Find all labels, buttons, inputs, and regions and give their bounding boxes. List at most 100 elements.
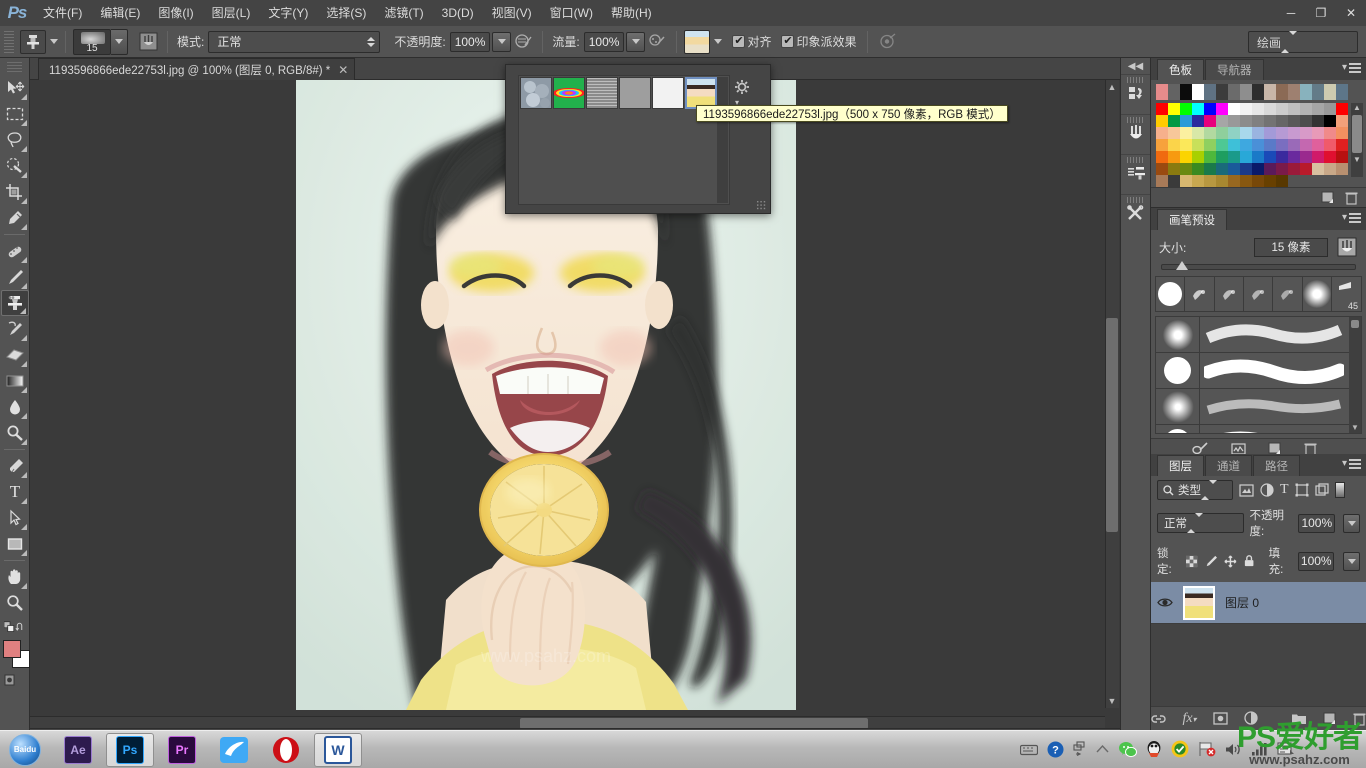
color-swatch[interactable]	[1312, 115, 1324, 127]
color-swatch[interactable]	[1228, 151, 1240, 163]
recent-swatch[interactable]	[1276, 84, 1288, 100]
keyboard-icon[interactable]	[1020, 743, 1038, 756]
recent-swatch[interactable]	[1252, 84, 1264, 100]
show-hidden-icons-icon[interactable]	[1073, 741, 1087, 757]
network-error-icon[interactable]	[1198, 741, 1216, 757]
brush-list-scrollbar[interactable]: ▼	[1349, 317, 1361, 433]
tool-move[interactable]	[1, 75, 29, 101]
color-swatch[interactable]	[1252, 175, 1264, 187]
options-bar-grip[interactable]	[4, 31, 14, 53]
swatches-grid[interactable]	[1156, 103, 1348, 187]
color-swatch[interactable]	[1204, 151, 1216, 163]
color-swatch[interactable]	[1264, 139, 1276, 151]
panel-settings-button[interactable]: ▾	[734, 79, 752, 95]
taskbar-app-opera[interactable]	[262, 733, 310, 767]
color-swatch[interactable]	[1204, 175, 1216, 187]
color-swatch[interactable]	[1228, 163, 1240, 175]
color-swatch[interactable]	[1288, 139, 1300, 151]
color-swatch[interactable]	[1192, 175, 1204, 187]
tool-eraser[interactable]	[1, 342, 29, 368]
color-swatch[interactable]	[1300, 139, 1312, 151]
new-swatch-icon[interactable]	[1321, 191, 1335, 204]
color-swatch[interactable]	[1264, 115, 1276, 127]
brush-presets-list[interactable]: ▼	[1155, 316, 1362, 434]
color-swatch[interactable]	[1264, 127, 1276, 139]
rail-brush-panel[interactable]	[1121, 114, 1150, 154]
brush-tip-angled-45[interactable]: 45	[1332, 277, 1361, 311]
color-swatch[interactable]	[1288, 115, 1300, 127]
brush-preset-row[interactable]	[1156, 317, 1361, 353]
color-swatch[interactable]	[1180, 127, 1192, 139]
color-swatch[interactable]	[1312, 151, 1324, 163]
pattern-tile-rainbow[interactable]	[553, 77, 585, 109]
foreground-color-swatch[interactable]	[3, 640, 21, 658]
start-button[interactable]: Baidu	[0, 732, 50, 768]
color-swatch[interactable]	[1168, 127, 1180, 139]
lock-all-icon[interactable]	[1244, 554, 1254, 568]
tool-lasso[interactable]	[1, 127, 29, 153]
color-swatch[interactable]	[1276, 175, 1288, 187]
lock-image-pixels-icon[interactable]	[1205, 554, 1218, 568]
swatches-scrollbar[interactable]: ▲ ▼	[1351, 103, 1363, 177]
menu-view[interactable]: 视图(V)	[483, 0, 541, 26]
tab-layers[interactable]: 图层	[1157, 455, 1204, 476]
color-swatch[interactable]	[1192, 103, 1204, 115]
link-layers-icon[interactable]	[1151, 714, 1166, 724]
brush-tip-scatter-3[interactable]	[1244, 277, 1273, 311]
color-swatch[interactable]	[1324, 139, 1336, 151]
color-swatch[interactable]	[1156, 151, 1168, 163]
color-swatch[interactable]	[1168, 151, 1180, 163]
recent-swatch[interactable]	[1264, 84, 1276, 100]
recent-swatch[interactable]	[1324, 84, 1336, 100]
panel-resize-grip[interactable]	[756, 200, 766, 210]
default-colors-icon[interactable]	[4, 620, 15, 634]
layer-visibility-icon[interactable]	[1157, 596, 1173, 609]
tool-preset-caret[interactable]	[50, 39, 58, 44]
pattern-tile-lines[interactable]	[586, 77, 618, 109]
color-swatch[interactable]	[1240, 175, 1252, 187]
color-swatch[interactable]	[1228, 139, 1240, 151]
tool-rectangle[interactable]	[1, 531, 29, 557]
rail-history-panel[interactable]	[1121, 74, 1150, 114]
active-tool-icon[interactable]	[20, 30, 46, 54]
toggle-brush-panel-button[interactable]	[136, 30, 160, 54]
color-swatch[interactable]	[1336, 139, 1348, 151]
menu-layer[interactable]: 图层(L)	[203, 0, 260, 26]
color-swatch[interactable]	[1216, 115, 1228, 127]
color-swatch[interactable]	[1216, 139, 1228, 151]
tool-quick-selection[interactable]	[1, 153, 29, 179]
wechat-icon[interactable]	[1118, 741, 1137, 758]
color-swatch[interactable]	[1324, 103, 1336, 115]
color-swatch[interactable]	[1324, 127, 1336, 139]
layer-opacity-dropdown[interactable]	[1343, 514, 1360, 533]
menu-help[interactable]: 帮助(H)	[602, 0, 661, 26]
color-swatch[interactable]	[1156, 103, 1168, 115]
scroll-down-arrow-icon[interactable]: ▼	[1107, 696, 1117, 706]
pressure-opacity-toggle[interactable]	[511, 30, 535, 54]
color-swatch[interactable]	[1240, 139, 1252, 151]
color-swatch[interactable]	[1156, 163, 1168, 175]
menu-window[interactable]: 窗口(W)	[541, 0, 602, 26]
qq-icon[interactable]	[1146, 740, 1162, 758]
vertical-scrollbar[interactable]: ▲ ▼	[1105, 80, 1119, 708]
delete-swatch-icon[interactable]	[1345, 191, 1358, 205]
color-swatch[interactable]	[1288, 163, 1300, 175]
clone-source-caret[interactable]	[714, 39, 722, 44]
color-swatch[interactable]	[1180, 115, 1192, 127]
recent-swatch[interactable]	[1300, 84, 1312, 100]
type-filter-icon[interactable]: T	[1280, 482, 1289, 498]
color-swatch[interactable]	[1204, 139, 1216, 151]
layer-filter-toggle[interactable]	[1335, 482, 1345, 498]
color-swatch[interactable]	[1156, 139, 1168, 151]
color-swatch[interactable]	[1168, 139, 1180, 151]
color-swatch[interactable]	[1336, 115, 1348, 127]
tool-zoom[interactable]	[1, 590, 29, 616]
layer-thumbnail[interactable]	[1183, 586, 1215, 620]
color-swatch[interactable]	[1216, 127, 1228, 139]
color-swatch[interactable]	[1288, 127, 1300, 139]
swap-colors-icon[interactable]	[15, 620, 26, 634]
color-swatch[interactable]	[1300, 151, 1312, 163]
new-brush-from-preset-icon[interactable]	[1231, 443, 1246, 455]
close-button[interactable]: ✕	[1336, 0, 1366, 26]
taskbar-app-after-effects[interactable]: Ae	[54, 733, 102, 767]
